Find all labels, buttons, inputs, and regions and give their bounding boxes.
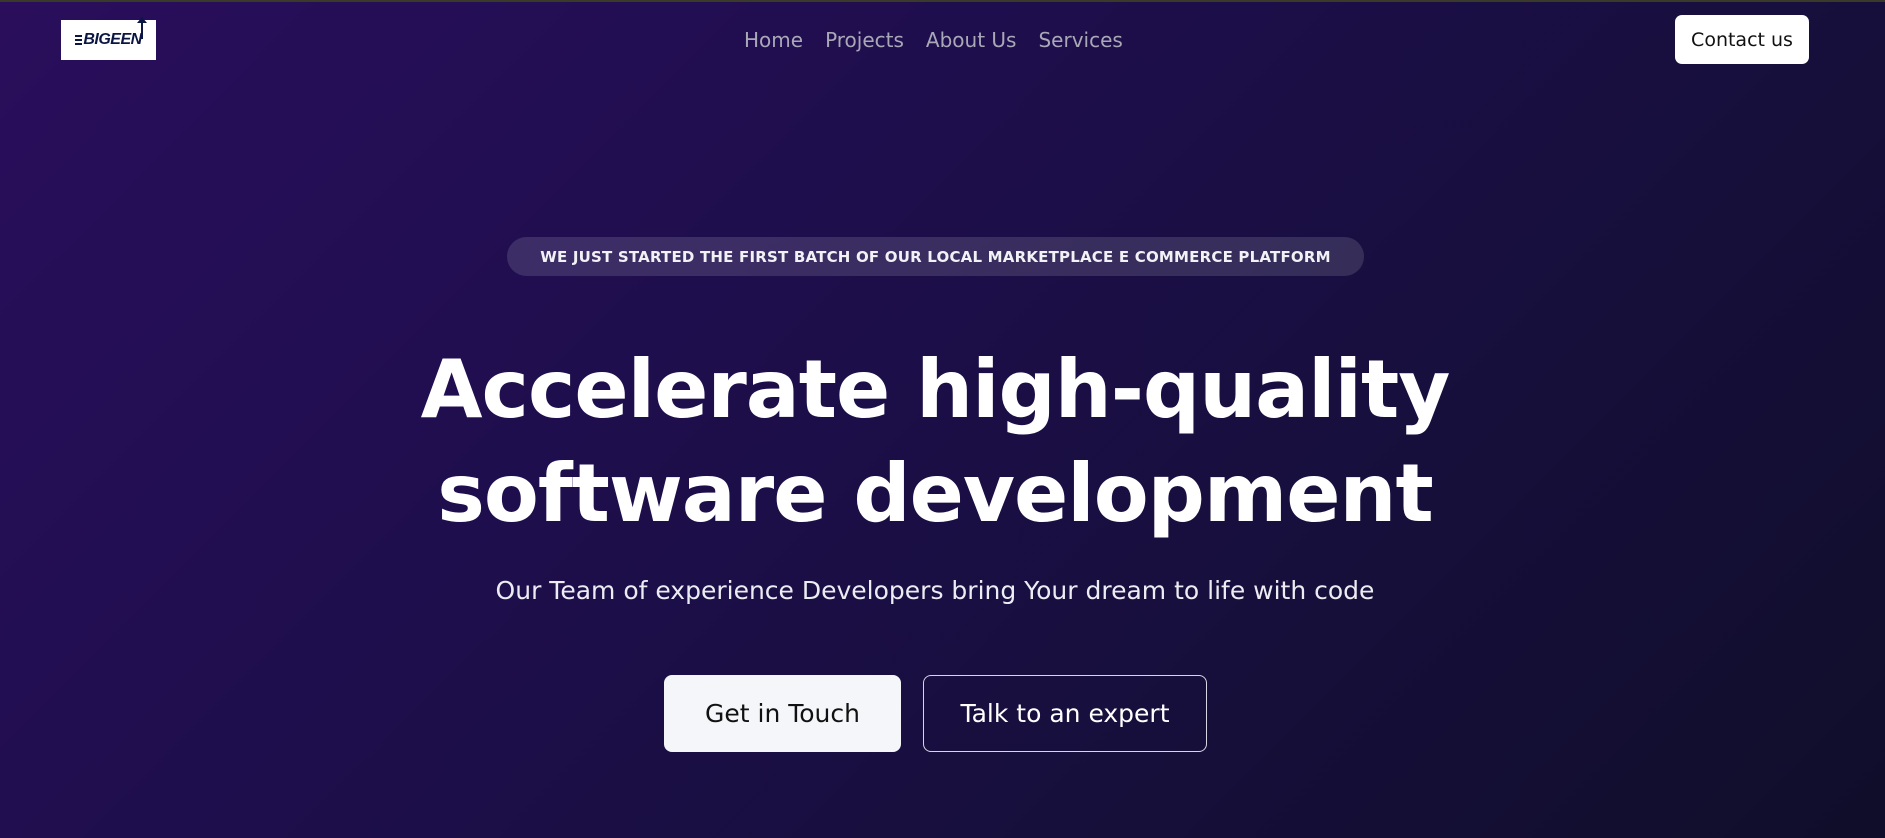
nav-link-about-us[interactable]: About Us [926,25,1017,55]
announcement-badge: WE JUST STARTED THE FIRST BATCH OF OUR L… [507,237,1364,276]
nav-link-projects[interactable]: Projects [825,25,904,55]
navbar: BIGEEN Home Projects About Us Services C… [0,0,1885,82]
contact-us-button[interactable]: Contact us [1675,15,1809,64]
talk-to-expert-button[interactable]: Talk to an expert [923,675,1207,752]
hero-subtitle: Our Team of experience Developers bring … [495,576,1375,605]
nav-link-services[interactable]: Services [1038,25,1122,55]
headline-line-2: software development [437,447,1433,540]
announcement-text: WE JUST STARTED THE FIRST BATCH OF OUR L… [540,247,1331,266]
main-nav: Home Projects About Us Services [744,25,1123,55]
nav-link-home[interactable]: Home [744,25,803,55]
hero-headline: Accelerate high-quality software develop… [0,338,1870,546]
logo-mark: BIGEEN [75,17,147,49]
logo-up-arrow-icon [136,17,147,39]
headline-line-1: Accelerate high-quality [420,343,1451,436]
logo[interactable]: BIGEEN [61,17,156,60]
get-in-touch-button[interactable]: Get in Touch [664,675,901,752]
logo-speed-lines-icon [75,35,83,45]
logo-text: BIGEEN [83,31,142,48]
